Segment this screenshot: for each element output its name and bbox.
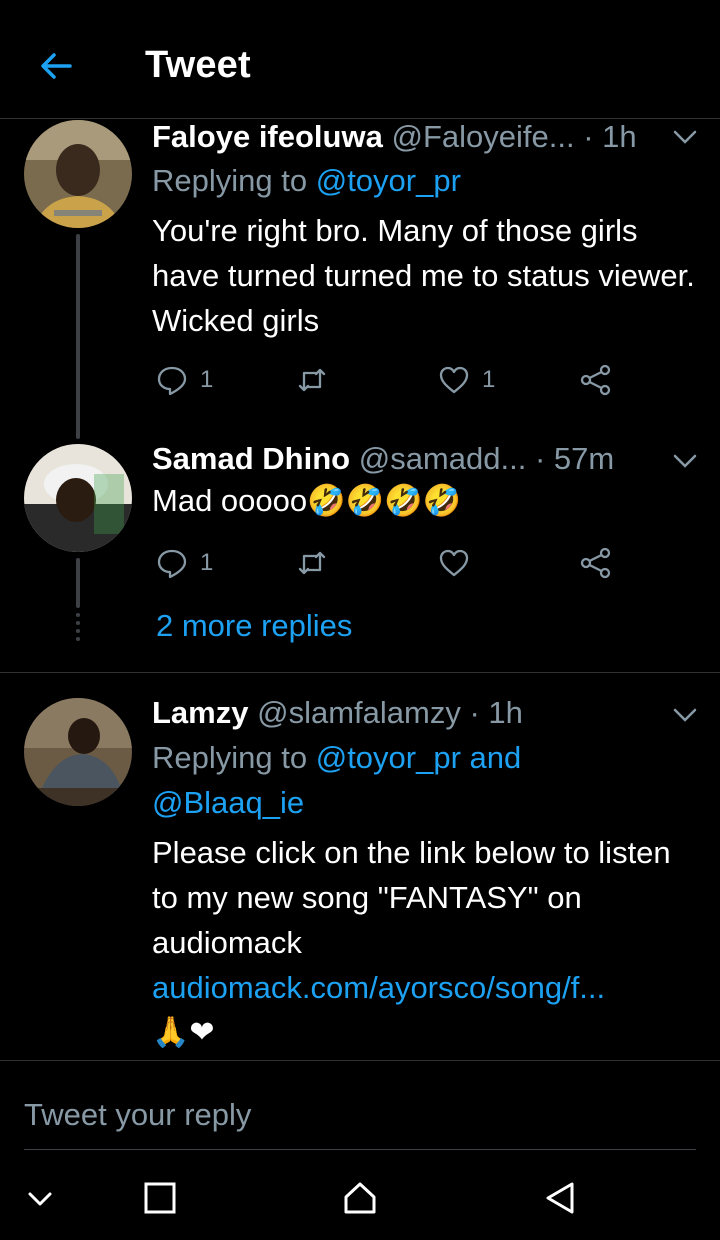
back-arrow-icon[interactable] — [36, 46, 76, 86]
thread-line — [76, 234, 80, 439]
emoji-rofl-row: 🤣🤣🤣🤣 — [307, 483, 462, 518]
like-count: 1 — [482, 366, 496, 393]
nav-home-icon[interactable] — [342, 1180, 378, 1216]
page-title: Tweet — [145, 44, 251, 86]
nav-collapse-icon[interactable] — [22, 1180, 58, 1216]
share-button[interactable] — [580, 360, 612, 400]
share-icon — [580, 364, 611, 396]
reply-count: 1 — [200, 366, 214, 393]
reply-count: 1 — [200, 549, 214, 576]
tweet-time: · 1h — [469, 695, 523, 730]
thread-line — [76, 558, 80, 608]
like-button[interactable]: 1 — [438, 360, 495, 400]
chevron-down-icon[interactable] — [672, 707, 698, 723]
avatar[interactable] — [24, 120, 132, 228]
user-handle[interactable]: @slamfalamzy — [257, 695, 461, 730]
avatar[interactable] — [24, 444, 132, 552]
like-button[interactable] — [438, 543, 482, 583]
replying-to: Replying to @toyor_pr — [152, 163, 461, 198]
tweet-time: · 1h — [583, 119, 637, 154]
tweet-text: You're right bro. Many of those girls ha… — [152, 213, 695, 338]
user-name[interactable]: Lamzy — [152, 695, 248, 730]
retweet-icon — [298, 551, 326, 575]
user-handle[interactable]: @Faloyeife... — [391, 119, 574, 154]
reply-icon — [157, 366, 187, 396]
tweet-time: · 57m — [534, 441, 615, 476]
share-icon — [580, 547, 611, 579]
emoji-line: 🙏❤ — [152, 1016, 215, 1049]
mention-link[interactable]: @toyor_pr — [316, 163, 461, 198]
user-name[interactable]: Faloye ifeoluwa — [152, 119, 383, 154]
audiomack-link[interactable]: audiomack.com/ayorsco/song/f... — [152, 965, 697, 1010]
replying-to: Replying to @toyor_pr and @Blaaq_ie — [152, 740, 522, 820]
share-button[interactable] — [580, 543, 612, 583]
retweet-icon — [298, 368, 326, 392]
reply-input[interactable] — [24, 1081, 696, 1150]
retweet-button[interactable] — [296, 360, 340, 400]
nav-recent-icon[interactable] — [142, 1180, 178, 1216]
tweet-text: Mad ooooo🤣🤣🤣🤣 — [152, 483, 462, 518]
nav-back-icon[interactable] — [542, 1180, 578, 1216]
avatar[interactable] — [24, 698, 132, 806]
tweet-actions: 1 — [156, 543, 626, 583]
like-icon — [439, 366, 469, 394]
like-icon — [439, 549, 469, 577]
chevron-down-icon[interactable] — [672, 129, 698, 145]
thread-dots — [76, 613, 80, 645]
tweet-text: Please click on the link below to listen… — [152, 835, 671, 960]
thread-content: Faloye ifeoluwa @Faloyeife... · 1h Reply… — [0, 119, 720, 1059]
user-handle[interactable]: @samadd... — [359, 441, 527, 476]
reply-button[interactable]: 1 — [156, 360, 213, 400]
tweet-header: Lamzy @slamfalamzy · 1h — [152, 695, 660, 731]
tweet-actions: 1 1 — [156, 360, 626, 400]
reply-icon — [157, 549, 187, 579]
system-nav-bar — [0, 1152, 720, 1240]
tweet-header: Faloye ifeoluwa @Faloyeife... · 1h — [152, 119, 660, 155]
more-replies-link[interactable]: 2 more replies — [156, 608, 352, 644]
app-header: Tweet — [0, 0, 720, 119]
tweet-header: Samad Dhino @samadd... · 57m — [152, 441, 660, 477]
divider — [0, 672, 720, 673]
retweet-button[interactable] — [296, 543, 340, 583]
reply-button[interactable]: 1 — [156, 543, 213, 583]
user-name[interactable]: Samad Dhino — [152, 441, 350, 476]
reply-bar — [0, 1060, 720, 1151]
chevron-down-icon[interactable] — [672, 453, 698, 469]
